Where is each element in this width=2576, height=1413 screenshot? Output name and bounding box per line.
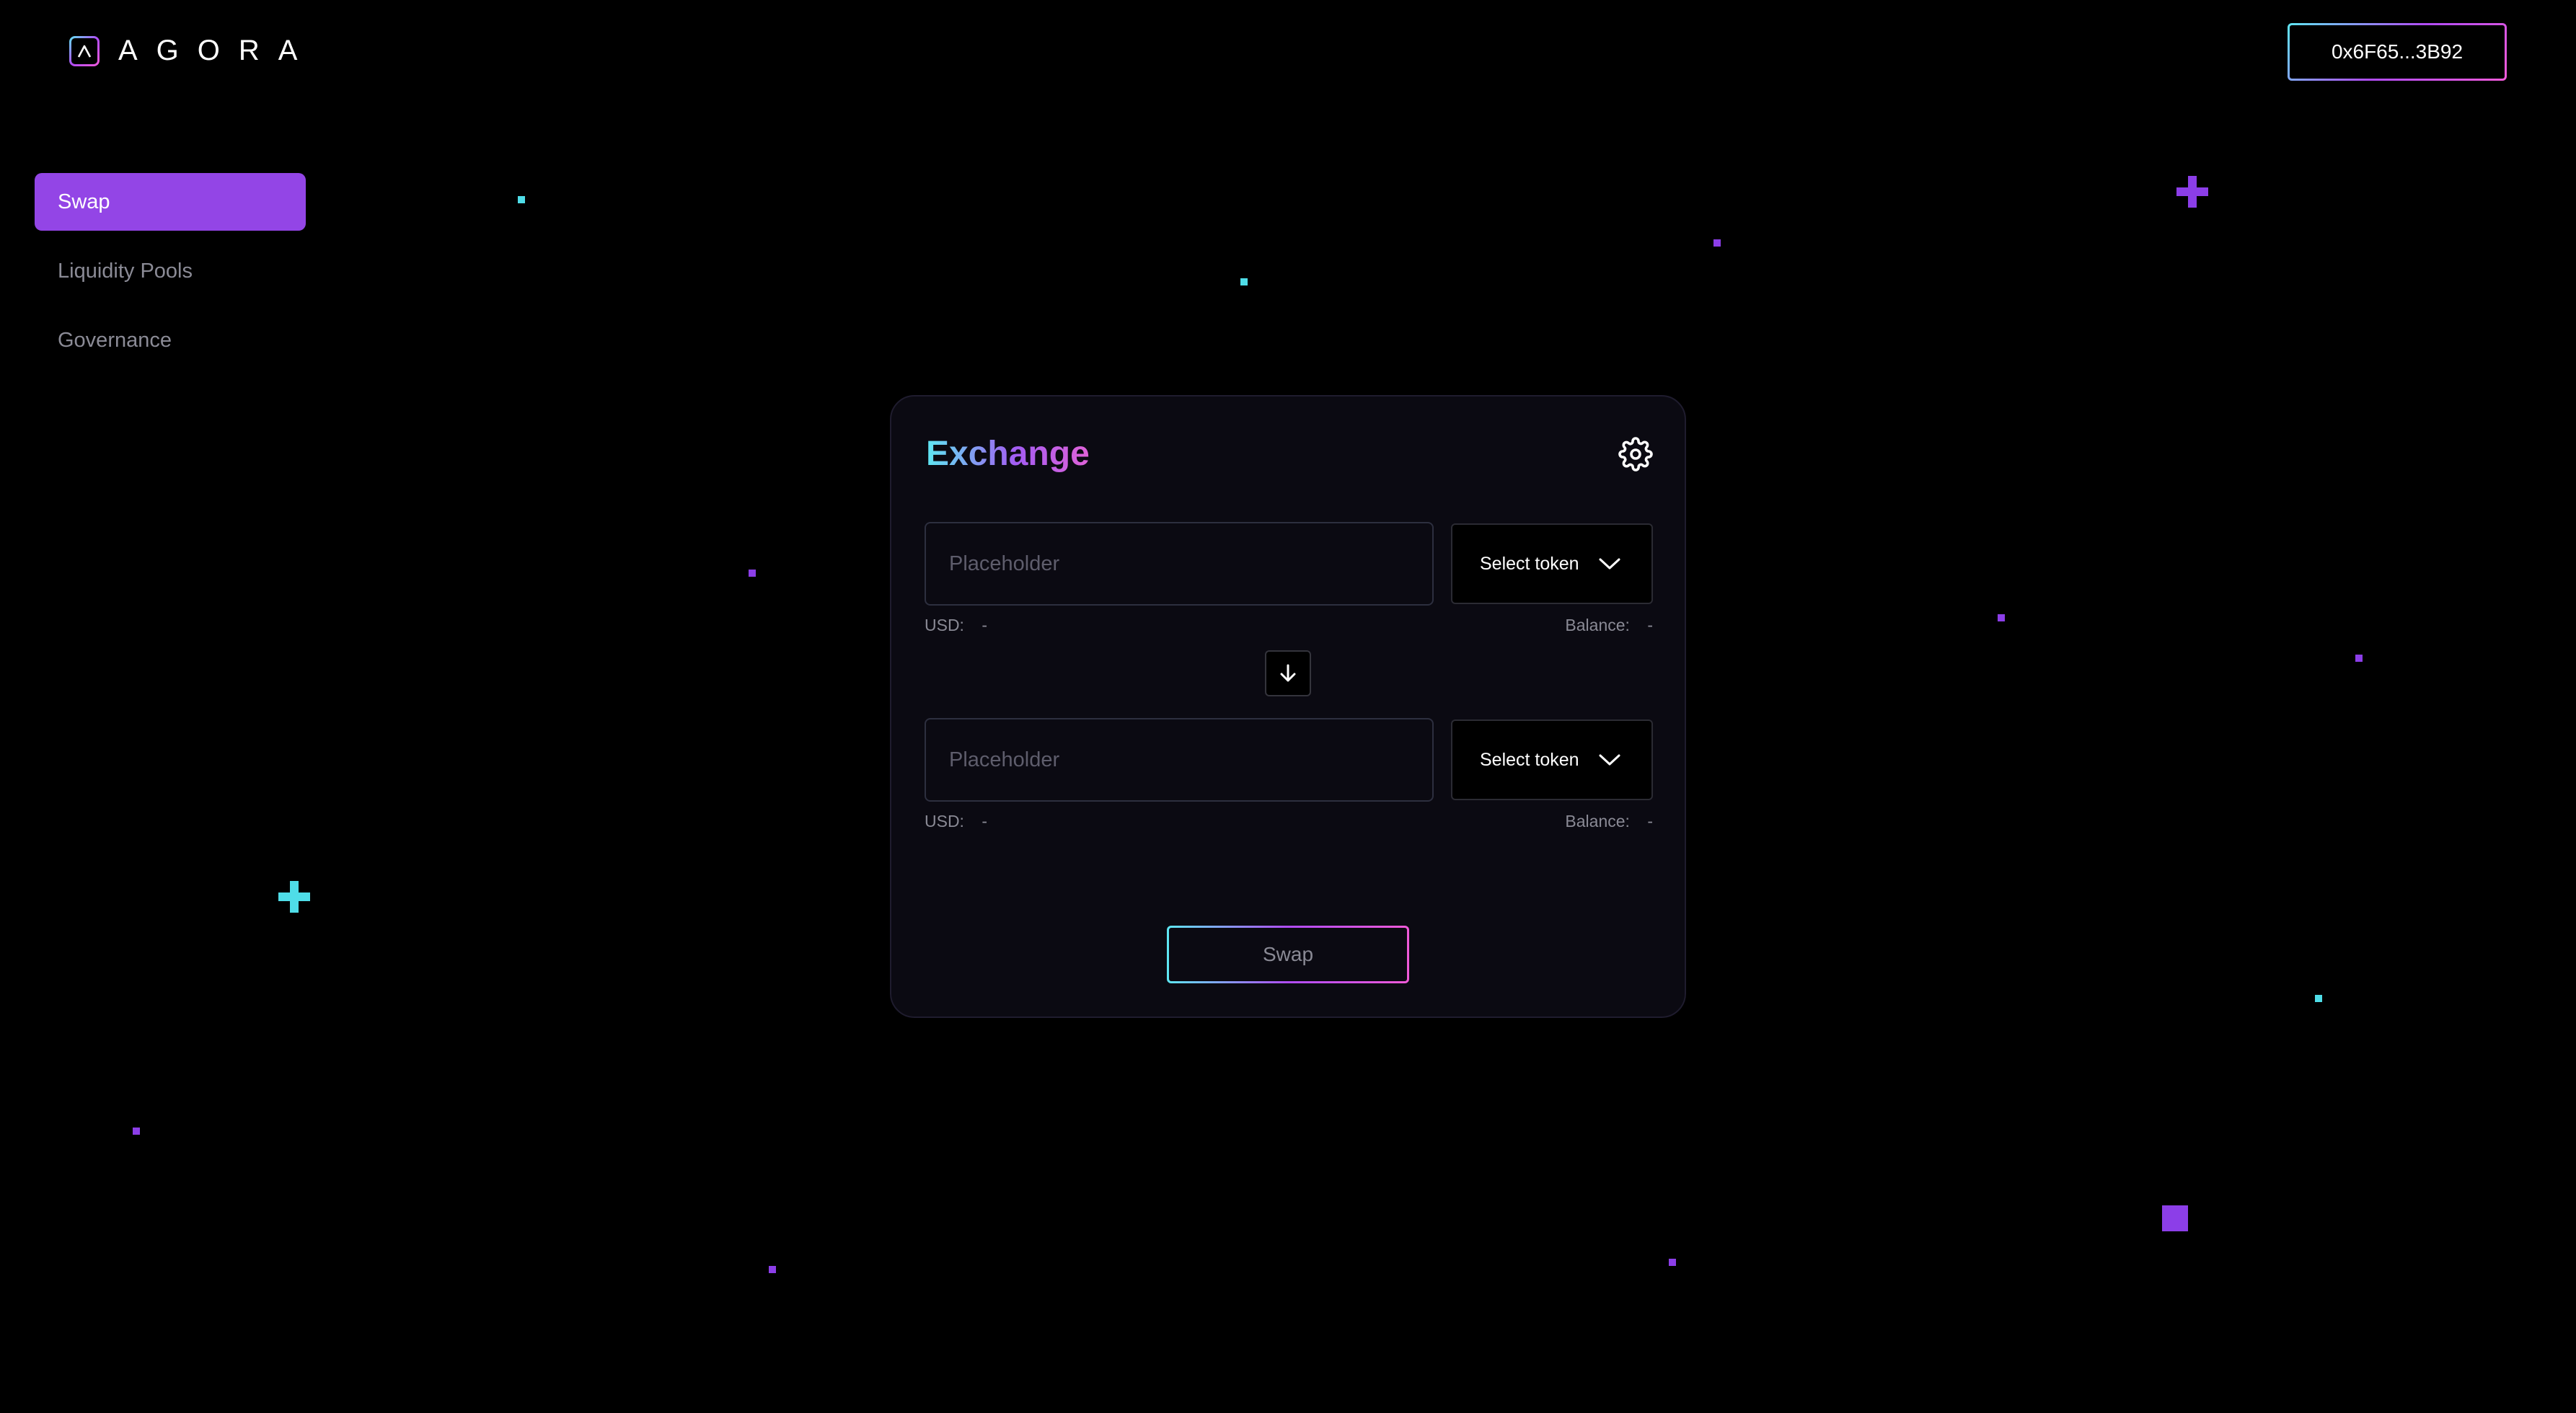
usd-value: - — [982, 616, 988, 634]
particle-dot — [2315, 995, 2322, 1002]
particle-dot — [1713, 239, 1721, 247]
balance-label: Balance: — [1565, 812, 1630, 830]
chevron-down-icon — [1599, 754, 1620, 766]
particle-dot — [133, 1128, 140, 1135]
settings-button[interactable] — [1618, 437, 1653, 471]
balance-label: Balance: — [1565, 616, 1630, 634]
particle-plus — [2176, 176, 2208, 208]
from-meta: USD: - Balance: - — [925, 616, 1653, 635]
balance-value: - — [1647, 616, 1653, 634]
to-amount-input[interactable] — [925, 718, 1434, 802]
flip-tokens-button[interactable] — [1265, 650, 1311, 696]
sidebar-item-label: Governance — [58, 328, 172, 352]
token-select-label: Select token — [1480, 553, 1579, 574]
usd-label: USD: — [925, 616, 964, 634]
from-amount-input[interactable] — [925, 522, 1434, 606]
particle-plus — [278, 881, 310, 913]
logo[interactable]: AGORA — [69, 35, 316, 67]
sidebar: Swap Liquidity Pools Governance — [35, 173, 306, 381]
sidebar-item-label: Swap — [58, 190, 110, 213]
sidebar-item-governance[interactable]: Governance — [35, 311, 306, 369]
usd-label: USD: — [925, 812, 964, 830]
particle-dot — [769, 1266, 776, 1273]
from-token-select[interactable]: Select token — [1451, 523, 1653, 604]
chevron-down-icon — [1599, 558, 1620, 570]
sidebar-item-swap[interactable]: Swap — [35, 173, 306, 231]
page: AGORA 0x6F65...3B92 Swap Liquidity Pools… — [0, 0, 2576, 1413]
arrow-down-icon — [1280, 664, 1296, 682]
logo-mark-icon — [69, 36, 100, 66]
particle-dot — [2355, 655, 2363, 662]
card-title: Exchange — [926, 435, 1090, 473]
particle-dot — [1669, 1259, 1676, 1266]
balance-value: - — [1647, 812, 1653, 830]
wallet-address: 0x6F65...3B92 — [2331, 40, 2463, 63]
token-select-label: Select token — [1480, 749, 1579, 770]
to-meta: USD: - Balance: - — [925, 812, 1653, 831]
particle-dot — [749, 570, 756, 577]
exchange-card: Exchange Select token USD: - — [890, 395, 1686, 1018]
particle-square — [2162, 1205, 2188, 1231]
to-token-select[interactable]: Select token — [1451, 719, 1653, 800]
swap-button[interactable]: Swap — [1167, 926, 1409, 983]
particle-dot — [518, 196, 525, 203]
brand-name: AGORA — [118, 35, 317, 66]
particle-dot — [1998, 614, 2005, 621]
gear-icon — [1618, 437, 1653, 471]
swap-button-label: Swap — [1262, 943, 1314, 965]
wallet-address-button[interactable]: 0x6F65...3B92 — [2288, 23, 2507, 81]
sidebar-item-liquidity-pools[interactable]: Liquidity Pools — [35, 242, 306, 300]
sidebar-item-label: Liquidity Pools — [58, 259, 193, 283]
usd-value: - — [982, 812, 988, 830]
particle-dot — [1240, 278, 1248, 285]
